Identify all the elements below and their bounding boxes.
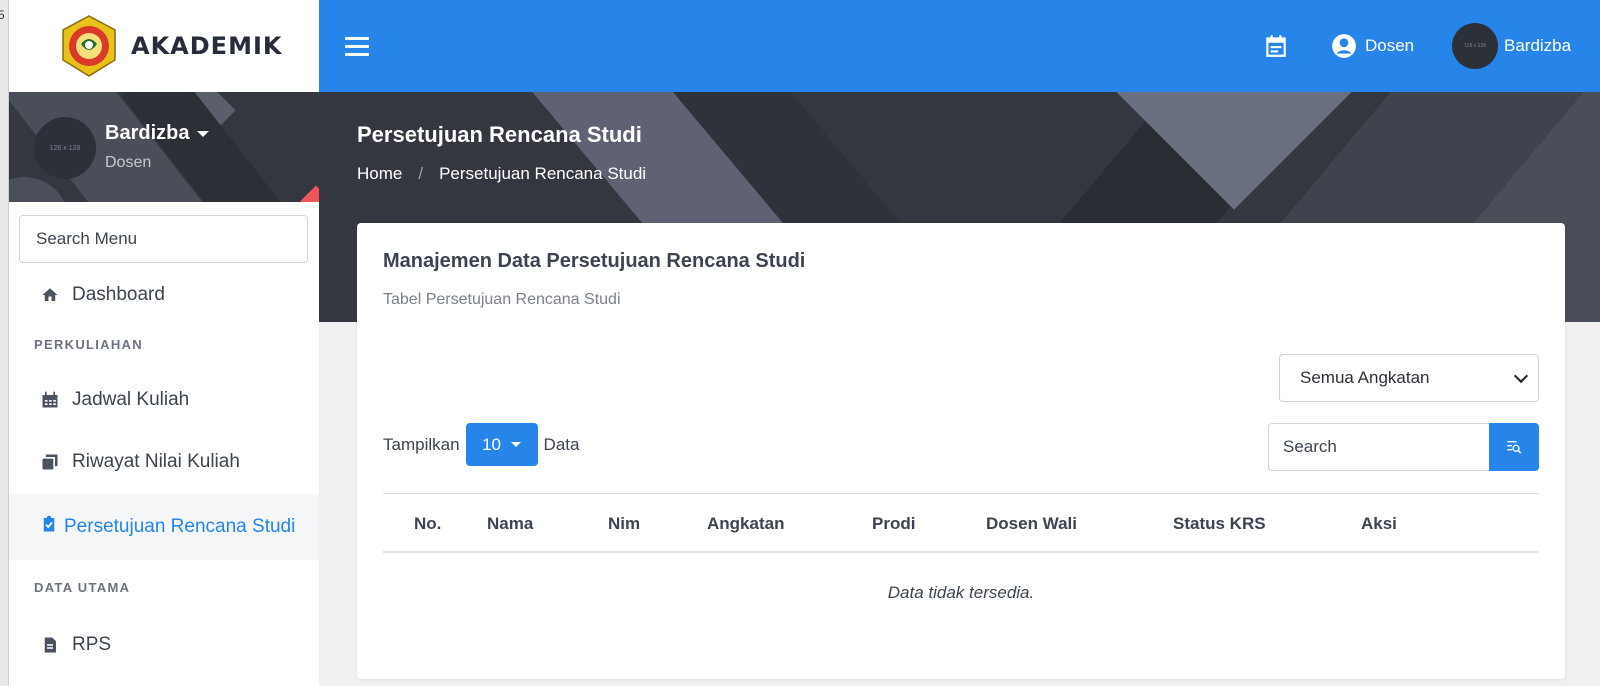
role-label: Dosen [1365, 36, 1415, 55]
empty-table-message: Data tidak tersedia. [887, 583, 1035, 602]
chevron-down-icon [1513, 368, 1529, 383]
column-header[interactable]: Status KRS [1173, 514, 1266, 534]
edge-digit: 5 [0, 8, 5, 22]
column-header[interactable]: Angkatan [707, 514, 784, 534]
sidebar-item-label: Jadwal Kuliah [72, 389, 190, 410]
sidebar-item-riwayat-nilai-kuliah[interactable]: Riwayat Nilai Kuliah [9, 448, 319, 476]
topbar: Dosen 128 x 128 Bardizba [319, 0, 1600, 92]
copy-icon [40, 452, 60, 472]
caret-down-icon [511, 442, 521, 447]
user-menu-toggle[interactable]: Bardizba [105, 122, 210, 145]
breadcrumb-current: Persetujuan Rencana Studi [439, 164, 647, 183]
sidebar-item-label: RPS [72, 634, 112, 655]
calendar-icon[interactable] [1263, 33, 1289, 59]
caret-down-icon [197, 130, 210, 137]
user-panel: 128 x 128 Bardizba Dosen [9, 92, 319, 202]
user-name: Bardizba [105, 122, 190, 144]
section-data-utama: DATA UTAMA [34, 580, 131, 595]
search-button[interactable] [1489, 423, 1539, 471]
sidebar: AKADEMIK 128 x 128 Bardizba Dosen Dashbo… [9, 0, 319, 686]
page-length-value: 10 [482, 434, 501, 454]
column-header[interactable]: Aksi [1361, 514, 1397, 534]
column-header[interactable]: No. [414, 514, 441, 534]
sidebar-item-jadwal-kuliah[interactable]: Jadwal Kuliah [9, 386, 319, 414]
section-perkuliahan: PERKULIAHAN [34, 337, 143, 352]
column-header[interactable]: Dosen Wali [986, 514, 1077, 534]
column-header[interactable]: Nama [487, 514, 533, 534]
rencana-studi-table: No. Nama Nim Angkatan Prodi Dosen Wali S… [383, 493, 1539, 603]
breadcrumb: Home / Persetujuan Rencana Studi [357, 164, 646, 184]
user-role: Dosen [105, 154, 152, 171]
content-card: Manajemen Data Persetujuan Rencana Studi… [357, 223, 1565, 679]
sidebar-item-rps[interactable]: RPS [9, 631, 319, 659]
sidebar-item-label: Persetujuan Rencana Studi [64, 516, 296, 537]
page-length-dropdown[interactable]: 10 [465, 423, 538, 466]
account-circle-icon [1332, 34, 1356, 58]
user-menu[interactable]: 128 x 128 Bardizba [1452, 23, 1571, 69]
column-header[interactable]: Prodi [872, 514, 915, 534]
clipboard-check-icon [40, 514, 58, 532]
avatar: 128 x 128 [1452, 23, 1498, 69]
angkatan-select[interactable]: Semua Angkatan [1279, 354, 1539, 402]
table-search [1268, 423, 1539, 471]
sidebar-item-dashboard[interactable]: Dashboard [9, 281, 319, 309]
hamburger-menu-icon[interactable] [345, 37, 369, 57]
brand-name: AKADEMIK [131, 32, 283, 60]
role-menu[interactable]: Dosen [1331, 33, 1414, 59]
page-title: Persetujuan Rencana Studi [357, 122, 642, 147]
user-name: Bardizba [1504, 36, 1572, 55]
card-subtitle: Tabel Persetujuan Rencana Studi [383, 291, 621, 308]
home-icon [40, 285, 60, 305]
page-length-control: Tampilkan 10 Data [383, 423, 579, 466]
sidebar-item-label: Riwayat Nilai Kuliah [72, 451, 240, 472]
search-input[interactable] [1268, 423, 1489, 471]
file-icon [40, 635, 60, 655]
show-label: Tampilkan [383, 434, 460, 454]
breadcrumb-home[interactable]: Home [357, 164, 402, 184]
university-logo-icon [62, 15, 116, 77]
search-icon [1507, 441, 1522, 454]
select-value: Semua Angkatan [1300, 368, 1430, 387]
calendar-icon [40, 390, 60, 410]
card-title: Manajemen Data Persetujuan Rencana Studi [383, 250, 806, 272]
window-edge: 5 [0, 0, 9, 686]
brand[interactable]: AKADEMIK [9, 0, 319, 92]
sidebar-item-persetujuan-rencana-studi[interactable]: Persetujuan Rencana Studi [9, 494, 319, 560]
table-header: No. Nama Nim Angkatan Prodi Dosen Wali S… [383, 493, 1539, 553]
column-header[interactable]: Nim [608, 514, 640, 534]
breadcrumb-separator: / [418, 164, 424, 183]
avatar[interactable]: 128 x 128 [34, 117, 96, 179]
sidebar-item-label: Dashboard [72, 284, 165, 305]
data-label: Data [543, 434, 580, 454]
search-menu-input[interactable] [19, 215, 308, 263]
